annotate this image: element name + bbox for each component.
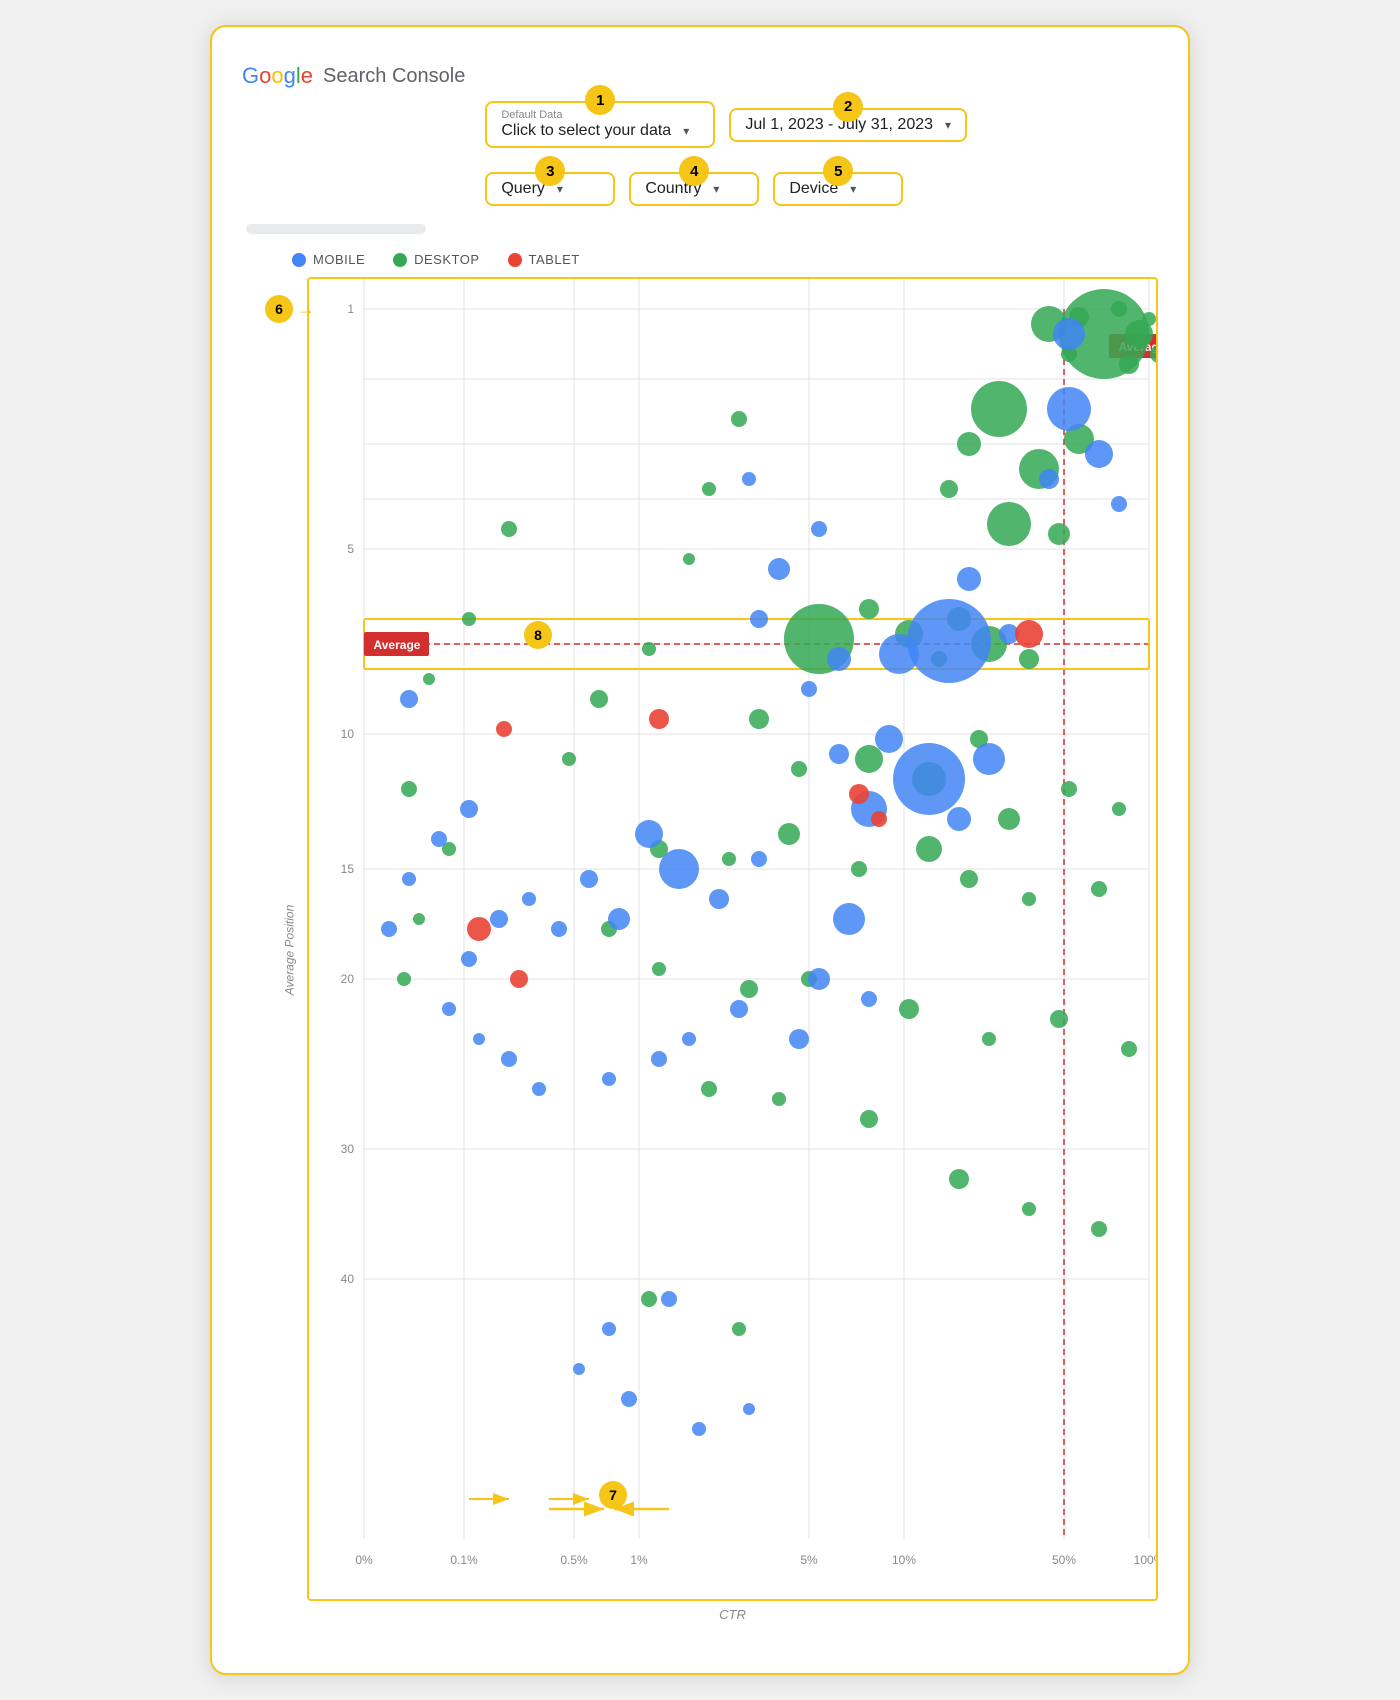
legend: MOBILE DESKTOP TABLET: [292, 252, 1158, 267]
mobile-label: MOBILE: [313, 252, 365, 267]
tablet-label: TABLET: [529, 252, 580, 267]
logo: Google Search Console: [242, 63, 465, 89]
svg-text:1: 1: [347, 302, 354, 316]
tablet-dot: [508, 253, 522, 267]
badge-8: 8: [524, 621, 552, 649]
query-dropdown[interactable]: 3 Query ▾: [485, 172, 615, 206]
svg-text:50%: 50%: [1052, 1553, 1076, 1567]
badge-5: 5: [823, 156, 853, 186]
data-dropdown-arrow: ▾: [683, 124, 689, 138]
badge-3: 3: [535, 156, 565, 186]
chart-svg: 1 5 10 15 20 30 40 0% 0.1% 0.5% 1% 5% 10…: [309, 279, 1158, 1599]
desktop-label: DESKTOP: [414, 252, 479, 267]
badge-7: 7: [599, 1481, 627, 1509]
legend-desktop: DESKTOP: [393, 252, 479, 267]
desktop-dot: [393, 253, 407, 267]
device-dropdown-arrow: ▾: [850, 182, 856, 196]
svg-text:1%: 1%: [630, 1553, 648, 1567]
query-dropdown-arrow: ▾: [557, 182, 563, 196]
badge-6: 6: [265, 295, 293, 323]
country-dropdown-arrow: ▾: [713, 182, 719, 196]
chart-container: 1 5 10 15 20 30 40 0% 0.1% 0.5% 1% 5% 10…: [307, 277, 1158, 1601]
svg-text:15: 15: [341, 862, 355, 876]
badge-1: 1: [585, 85, 615, 115]
data-dropdown-value: Click to select your data ▾: [501, 122, 699, 140]
svg-text:0.1%: 0.1%: [450, 1553, 478, 1567]
main-card: Google Search Console 1 Default Data Cli…: [210, 25, 1190, 1675]
x-axis-label: CTR: [307, 1607, 1158, 1622]
date-dropdown[interactable]: 2 Jul 1, 2023 - July 31, 2023 ▾: [729, 108, 967, 142]
date-dropdown-arrow: ▾: [945, 118, 951, 132]
svg-text:40: 40: [341, 1272, 355, 1286]
svg-text:20: 20: [341, 972, 355, 986]
controls-row1: 1 Default Data Click to select your data…: [485, 87, 1158, 148]
svg-text:Average: Average: [374, 638, 421, 652]
svg-text:30: 30: [341, 1142, 355, 1156]
badge-4: 4: [679, 156, 709, 186]
controls-top: 1 Default Data Click to select your data…: [485, 57, 1158, 206]
badge-2: 2: [833, 92, 863, 122]
data-dropdown[interactable]: 1 Default Data Click to select your data…: [485, 101, 715, 148]
svg-text:10%: 10%: [892, 1553, 916, 1567]
legend-tablet: TABLET: [508, 252, 580, 267]
legend-mobile: MOBILE: [292, 252, 365, 267]
logo-text: Google: [242, 63, 313, 89]
svg-text:10: 10: [341, 727, 355, 741]
header: Google Search Console 1 Default Data Cli…: [242, 57, 1158, 206]
product-name: Search Console: [323, 65, 465, 88]
controls-row2: 3 Query ▾ 4 Country ▾ 5: [485, 158, 1158, 206]
svg-text:0.5%: 0.5%: [560, 1553, 588, 1567]
country-dropdown[interactable]: 4 Country ▾: [629, 172, 759, 206]
device-dropdown[interactable]: 5 Device ▾: [773, 172, 903, 206]
search-bar: [246, 224, 426, 234]
chart-wrapper: Average Position 6 →: [262, 277, 1158, 1622]
badge-6-arrow: →: [297, 299, 315, 320]
badge-6-container: 6 →: [265, 295, 315, 323]
svg-text:100%: 100%: [1134, 1553, 1158, 1567]
svg-text:0%: 0%: [355, 1553, 373, 1567]
svg-text:5: 5: [347, 542, 354, 556]
svg-text:5%: 5%: [800, 1553, 818, 1567]
y-axis-label: Average Position: [282, 904, 296, 995]
mobile-dot: [292, 253, 306, 267]
